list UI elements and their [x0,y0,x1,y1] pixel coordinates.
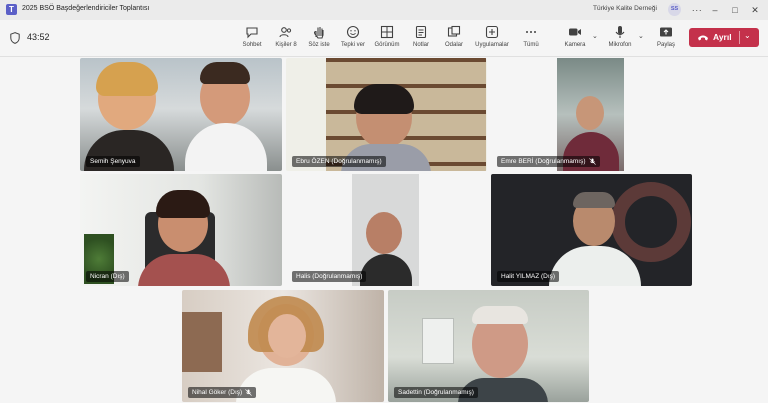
microphone-options-chevron-icon[interactable]: ⌄ [638,32,644,40]
wall-decoration [182,312,222,372]
participant-video [268,314,306,358]
apps-button[interactable]: Uygulamalar [474,23,510,55]
notes-label: Notlar [412,42,429,48]
participant-name: Nicran (Dış) [90,273,125,280]
participant-name-tag: Halit YILMAZ (Dış) [497,271,560,282]
participant-name-tag: Sadettin (Doğrulanmamış) [394,387,478,398]
meeting-toolbar: 43:52 Sohbet Kişiler 8 Söz iste Tepki ve… [0,20,768,57]
participant-hair [354,84,414,114]
notes-icon [415,25,427,39]
organization-name[interactable]: Türkiye Kalite Derneği [593,5,657,12]
participant-name: Emre BERİ (Doğrulanmamış) [501,158,586,165]
camera-label: Kamera [564,42,586,48]
participant-face [366,212,402,254]
video-tile[interactable]: Ebru ÖZEN (Doğrulanmamış) [286,58,487,171]
share-label: Paylaş [656,42,675,48]
microphone-icon [615,26,625,38]
video-tile[interactable]: Emre BERİ (Doğrulanmamış) [491,58,692,171]
microphone-off-icon [588,157,596,165]
close-button[interactable]: ✕ [748,3,762,17]
chat-icon [246,27,258,39]
notes-button[interactable]: Notlar [403,23,439,55]
video-tile[interactable]: Halis (Doğrulanmamış) [286,174,487,286]
camera-button[interactable]: Kamera [557,23,593,55]
view-label: Görünüm [374,42,400,48]
participant-clothing [185,123,267,171]
microphone-off-icon [245,388,253,396]
participant-name: Sadettin (Doğrulanmamış) [398,389,474,396]
rooms-label: Odalar [444,42,463,48]
camera-options-chevron-icon[interactable]: ⌄ [592,32,598,40]
window-title: 2025 BSÖ Başdeğerlendiriciler Toplantısı [22,5,150,12]
leave-button[interactable]: Ayrıl ⌄ [689,28,759,47]
participant-hair [96,62,158,96]
participant-name: Semih Şenyuva [90,158,136,165]
people-label: Kişiler 8 [275,42,297,48]
participant-count-badge: 8 [293,42,297,48]
view-icon [380,25,394,39]
react-button[interactable]: Tepki ver [335,23,371,55]
leave-options-chevron-icon[interactable]: ⌄ [744,31,751,40]
participant-name-tag: Ebru ÖZEN (Doğrulanmamış) [292,156,386,167]
more-label: Tümü [523,42,539,48]
minimize-button[interactable]: – [708,3,722,17]
participant-name: Nihal Göker (Dış) [192,389,243,396]
participant-hair [573,192,615,208]
people-button[interactable]: Kişiler 8 [268,23,304,55]
title-bar: T 2025 BSÖ Başdeğerlendiriciler Toplantı… [0,0,768,20]
apps-label: Uygulamalar [475,42,509,48]
participant-face [576,96,604,130]
video-tile[interactable]: Nihal Göker (Dış) [182,290,384,402]
video-stage: Semih Şenyuva Ebru ÖZEN (Doğrulanmamış) … [0,57,768,403]
leave-divider [739,31,740,44]
participant-hair [472,306,528,324]
rooms-icon [447,25,461,37]
rooms-button[interactable]: Odalar [436,23,472,55]
chat-button[interactable]: Sohbet [234,23,270,55]
phone-hangup-icon [698,35,708,41]
raise-hand-icon [313,27,324,39]
video-tile[interactable]: Halit YILMAZ (Dış) [491,174,692,286]
share-button[interactable]: Paylaş [648,23,684,55]
participant-name-tag: Nihal Göker (Dış) [188,386,257,398]
view-button[interactable]: Görünüm [369,23,405,55]
wall-device [422,318,454,364]
participant-name: Halit YILMAZ (Dış) [501,273,556,280]
logo-background [611,182,691,262]
raise-hand-button[interactable]: Söz iste [301,23,337,55]
participant-name-tag: Semih Şenyuva [86,156,140,167]
react-label: Tepki ver [340,42,365,48]
camera-icon [569,28,581,36]
participant-name: Halis (Doğrulanmamış) [296,273,363,280]
shield-icon [10,32,20,44]
participant-name: Ebru ÖZEN (Doğrulanmamış) [296,158,382,165]
more-options-icon[interactable]: ··· [690,3,704,17]
video-tile[interactable]: Nicran (Dış) [80,174,282,286]
apps-icon [485,25,499,39]
teams-logo-icon: T [6,4,17,15]
user-avatar[interactable]: SS [668,3,681,16]
react-icon [346,25,360,39]
video-tile[interactable]: Sadettin (Doğrulanmamış) [388,290,589,402]
leave-label: Ayrıl [713,32,732,42]
raise-hand-label: Söz iste [308,42,330,48]
people-icon [279,27,292,38]
participant-name-tag: Nicran (Dış) [86,271,129,282]
more-icon [526,31,536,33]
microphone-label: Mikrofon [608,42,632,48]
more-button[interactable]: Tümü [513,23,549,55]
maximize-button[interactable]: □ [728,3,742,17]
participant-hair [200,62,250,84]
participant-name-tag: Emre BERİ (Doğrulanmamış) [497,155,600,167]
share-icon [660,27,672,37]
video-tile[interactable]: Semih Şenyuva [80,58,282,171]
participant-name-tag: Halis (Doğrulanmamış) [292,271,367,282]
chat-label: Sohbet [242,42,262,48]
meeting-timer: 43:52 [27,32,50,42]
participant-hair [156,190,210,218]
microphone-button[interactable]: Mikrofon [602,23,638,55]
